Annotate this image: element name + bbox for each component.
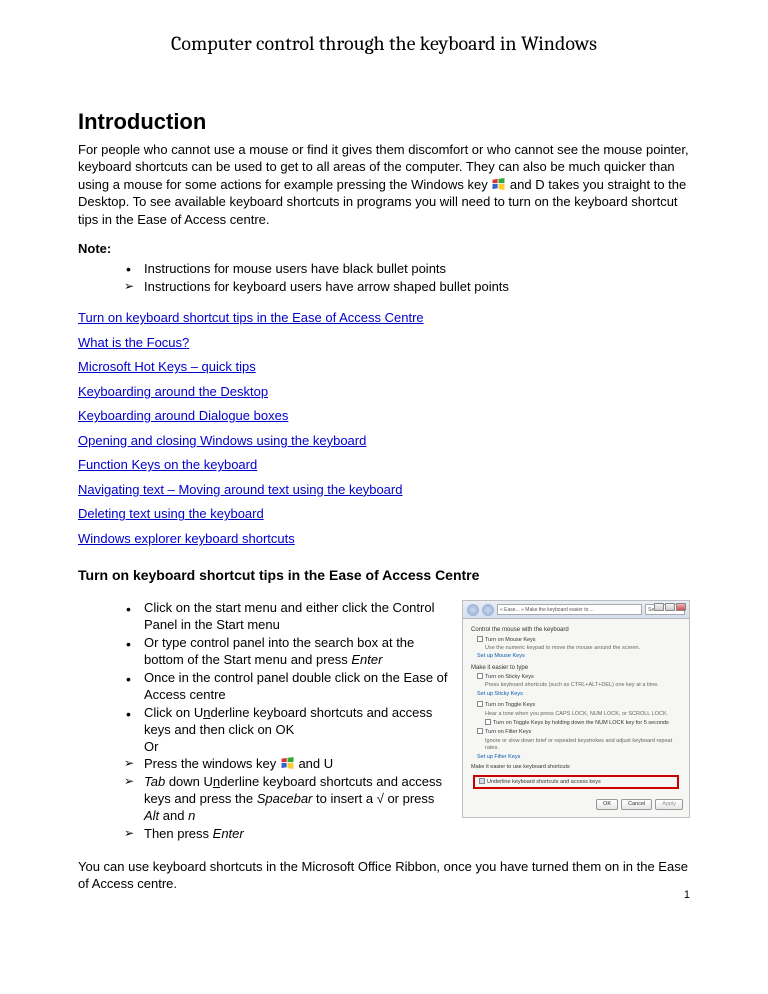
- step-5: Press the windows key and U: [126, 756, 452, 773]
- section-heading: Turn on keyboard shortcut tips in the Ea…: [78, 566, 690, 585]
- step-6: Tab down Underline keyboard shortcuts an…: [126, 774, 452, 825]
- intro-heading: Introduction: [78, 107, 690, 137]
- toc-link-1[interactable]: What is the Focus?: [78, 334, 690, 352]
- note-keyboard: Instructions for keyboard users have arr…: [126, 278, 690, 296]
- table-of-contents: Turn on keyboard shortcut tips in the Ea…: [78, 309, 690, 547]
- ease-of-access-screenshot: « Ease... » Make the keyboard easier to …: [462, 600, 690, 818]
- panel-stickykeys: Turn on Sticky Keys: [477, 673, 681, 681]
- step-2: Or type control panel into the search bo…: [126, 635, 452, 669]
- panel-stickykeys-desc: Press keyboard shortcuts (such as CTRL+A…: [485, 682, 681, 689]
- page-number: 1: [684, 888, 690, 903]
- windows-key-icon: [491, 178, 506, 190]
- steps-list: Click on the start menu and either click…: [78, 600, 452, 842]
- close-icon: [676, 603, 686, 611]
- panel-sec1-title: Control the mouse with the keyboard: [471, 626, 681, 634]
- toc-link-7[interactable]: Navigating text – Moving around text usi…: [78, 481, 690, 499]
- back-icon: [467, 604, 479, 616]
- step-4: Click on Underline keyboard shortcuts an…: [126, 705, 452, 756]
- maximize-icon: [665, 603, 675, 611]
- panel-filterkeys: Turn on Filter Keys: [477, 728, 681, 736]
- breadcrumb: « Ease... » Make the keyboard easier to …: [497, 604, 642, 615]
- toc-link-9[interactable]: Windows explorer keyboard shortcuts: [78, 530, 690, 548]
- closing-paragraph: You can use keyboard shortcuts in the Mi…: [78, 858, 690, 893]
- toc-link-5[interactable]: Opening and closing Windows using the ke…: [78, 432, 690, 450]
- note-label: Note:: [78, 240, 690, 258]
- panel-red-title: Make it easier to use keyboard shortcuts: [471, 764, 681, 771]
- cancel-button: Cancel: [621, 799, 652, 810]
- toc-link-0[interactable]: Turn on keyboard shortcut tips in the Ea…: [78, 309, 690, 327]
- step-1: Click on the start menu and either click…: [126, 600, 452, 634]
- page-title: Computer control through the keyboard in…: [78, 30, 690, 57]
- toc-link-2[interactable]: Microsoft Hot Keys – quick tips: [78, 358, 690, 376]
- step-3: Once in the control panel double click o…: [126, 670, 452, 704]
- toc-link-4[interactable]: Keyboarding around Dialogue boxes: [78, 407, 690, 425]
- panel-filterkeys-link: Set up Filter Keys: [477, 754, 681, 761]
- note-list: Instructions for mouse users have black …: [78, 260, 690, 295]
- panel-stickykeys-link: Set up Sticky Keys: [477, 691, 681, 698]
- step-7: Then press Enter: [126, 826, 452, 843]
- panel-togglekeys: Turn on Toggle Keys: [477, 701, 681, 709]
- forward-icon: [482, 604, 494, 616]
- panel-mousekeys-link: Set up Mouse Keys: [477, 653, 681, 660]
- panel-togglekeys-desc: Hear a tone when you press CAPS LOCK, NU…: [485, 711, 681, 718]
- toc-link-8[interactable]: Deleting text using the keyboard: [78, 505, 690, 523]
- intro-paragraph: For people who cannot use a mouse or fin…: [78, 141, 690, 229]
- windows-key-icon: [280, 757, 295, 769]
- ok-button: OK: [596, 799, 618, 810]
- minimize-icon: [654, 603, 664, 611]
- panel-sec2-title: Make it easier to type: [471, 664, 681, 672]
- panel-togglekeys-opt: Turn on Toggle Keys by holding down the …: [485, 719, 681, 727]
- panel-mousekeys: Turn on Mouse Keys: [477, 636, 681, 644]
- apply-button: Apply: [655, 799, 683, 810]
- panel-filterkeys-desc: Ignore or slow down brief or repeated ke…: [485, 738, 681, 753]
- panel-mousekeys-desc: Use the numeric keypad to move the mouse…: [485, 645, 681, 652]
- note-mouse: Instructions for mouse users have black …: [126, 260, 690, 278]
- panel-highlight-box: Underline keyboard shortcuts and access …: [473, 775, 679, 789]
- toc-link-6[interactable]: Function Keys on the keyboard: [78, 456, 690, 474]
- toc-link-3[interactable]: Keyboarding around the Desktop: [78, 383, 690, 401]
